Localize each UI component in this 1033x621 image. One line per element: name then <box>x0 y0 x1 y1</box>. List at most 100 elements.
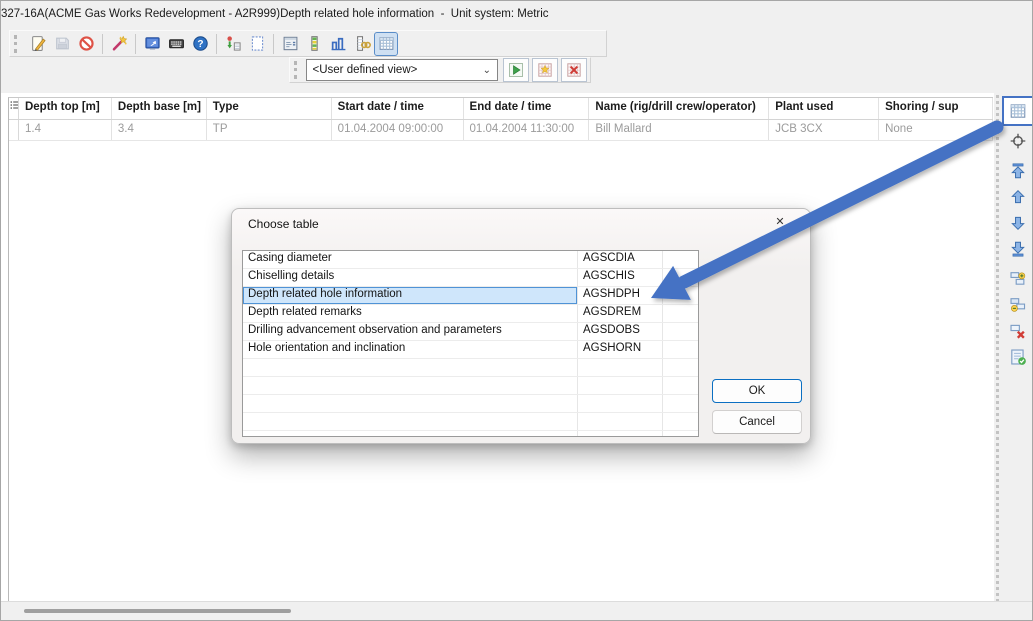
toolbar-grip[interactable] <box>14 35 22 53</box>
grid-cell[interactable]: 01.04.2004 11:30:00 <box>464 120 590 140</box>
table-list-empty-row <box>243 395 698 413</box>
column-header[interactable]: Name (rig/drill crew/operator) <box>589 98 769 119</box>
save-icon <box>51 33 73 55</box>
column-legend-icon[interactable] <box>303 33 325 55</box>
table-list-filler <box>663 305 698 322</box>
grid-cell[interactable]: TP <box>207 120 332 140</box>
table-name: Casing diameter <box>243 251 578 268</box>
toolbar-separator <box>102 34 103 54</box>
application-window: 327-16A (ACME Gas Works Redevelopment - … <box>0 0 1033 621</box>
column-header[interactable]: Shoring / sup <box>879 98 993 119</box>
table-list-filler <box>663 323 698 340</box>
table-name <box>243 395 578 412</box>
table-code: AGSHDPH <box>578 287 663 304</box>
help-icon[interactable]: ? <box>189 33 211 55</box>
title-bar: 327-16A (ACME Gas Works Redevelopment - … <box>1 1 1032 28</box>
table-list-filler <box>663 413 698 430</box>
project-title: (ACME Gas Works Redevelopment - A2R999) <box>44 8 280 20</box>
previous-row-icon[interactable] <box>1007 186 1029 208</box>
run-view-icon[interactable] <box>503 58 529 82</box>
table-list-filler <box>663 269 698 286</box>
import-data-icon[interactable] <box>222 33 244 55</box>
table-list-item[interactable]: Depth related remarksAGSDREM <box>243 305 698 323</box>
view-title: Depth related hole information - Unit sy… <box>280 8 548 20</box>
table-view-icon[interactable] <box>1002 96 1033 126</box>
display-settings-icon[interactable] <box>141 33 163 55</box>
grid-cell[interactable]: JCB 3CX <box>769 120 879 140</box>
column-header[interactable]: Depth base [m] <box>112 98 207 119</box>
goto-cell-icon[interactable] <box>1007 130 1029 152</box>
table-name: Chiselling details <box>243 269 578 286</box>
copy-rows-icon[interactable] <box>1007 268 1029 290</box>
table-name: Depth related remarks <box>243 305 578 322</box>
table-list-filler <box>663 377 698 394</box>
first-row-icon[interactable] <box>1007 160 1029 182</box>
ok-button[interactable]: OK <box>712 379 802 403</box>
hole-id: 327-16A <box>1 8 44 20</box>
delete-view-icon[interactable] <box>561 58 587 82</box>
column-header[interactable]: Depth top [m] <box>19 98 112 119</box>
view-selector-dropdown[interactable]: <User defined view> ⌄ <box>306 59 499 81</box>
table-list-filler <box>663 359 698 376</box>
wizard-icon[interactable] <box>108 33 130 55</box>
chevron-down-icon: ⌄ <box>483 65 491 76</box>
table-list-item[interactable]: Casing diameterAGSCDIA <box>243 251 698 269</box>
cancel-icon[interactable] <box>75 33 97 55</box>
find-column-icon[interactable] <box>351 33 373 55</box>
table-name: Hole orientation and inclination <box>243 341 578 358</box>
row-selector[interactable] <box>9 120 19 140</box>
grid-cell[interactable]: None <box>879 120 993 140</box>
table-code: AGSDOBS <box>578 323 663 340</box>
chart-view-icon[interactable] <box>327 33 349 55</box>
table-code: AGSHORN <box>578 341 663 358</box>
column-header[interactable]: Start date / time <box>332 98 464 119</box>
toolbar-separator <box>135 34 136 54</box>
grid-header-row: Depth top [m]Depth base [m]TypeStart dat… <box>9 98 993 120</box>
cancel-button[interactable]: Cancel <box>712 410 802 434</box>
table-list-filler <box>663 341 698 358</box>
form-view-icon[interactable] <box>279 33 301 55</box>
table-list-filler <box>663 431 698 437</box>
validate-form-icon[interactable] <box>1007 346 1029 368</box>
main-toolbar: ? <box>9 30 607 57</box>
column-header[interactable]: Type <box>207 98 332 119</box>
delete-rows-icon[interactable] <box>1007 320 1029 342</box>
last-row-icon[interactable] <box>1007 238 1029 260</box>
paste-rows-icon[interactable] <box>1007 294 1029 316</box>
table-name: Drilling advancement observation and par… <box>243 323 578 340</box>
toolbar-separator <box>273 34 274 54</box>
column-header[interactable]: End date / time <box>464 98 590 119</box>
table-list-item[interactable]: Drilling advancement observation and par… <box>243 323 698 341</box>
horizontal-scrollbar-thumb[interactable] <box>24 609 291 613</box>
table-list-item[interactable]: Depth related hole informationAGSHDPH <box>243 287 698 305</box>
view-selector-value: <User defined view> <box>313 64 418 76</box>
table-list-filler <box>663 251 698 268</box>
view-toolbar: <User defined view> ⌄ <box>289 57 591 83</box>
table-view-icon[interactable] <box>375 33 397 55</box>
table-list-empty-row <box>243 359 698 377</box>
table-list-item[interactable]: Chiselling detailsAGSCHIS <box>243 269 698 287</box>
grid-cell[interactable]: 3.4 <box>112 120 207 140</box>
table-list-filler <box>663 287 698 304</box>
edit-record-icon[interactable] <box>27 33 49 55</box>
close-icon[interactable]: ✕ <box>772 214 788 230</box>
horizontal-scrollbar[interactable] <box>1 601 1032 620</box>
column-header[interactable]: Plant used <box>769 98 879 119</box>
new-template-icon[interactable] <box>246 33 268 55</box>
dialog-title: Choose table <box>248 217 319 231</box>
table-list-item[interactable]: Hole orientation and inclinationAGSHORN <box>243 341 698 359</box>
table-list-empty-row <box>243 413 698 431</box>
choose-table-dialog: Choose table ✕ Casing diameterAGSCDIAChi… <box>231 208 811 444</box>
row-menu-icon[interactable] <box>9 98 19 119</box>
grid-cell[interactable]: 1.4 <box>19 120 112 140</box>
table-list-empty-row <box>243 431 698 437</box>
next-row-icon[interactable] <box>1007 212 1029 234</box>
sidebar-splitter[interactable] <box>996 95 999 602</box>
toolbar-grip[interactable] <box>294 61 302 79</box>
grid-cell[interactable]: Bill Mallard <box>589 120 769 140</box>
table-name <box>243 413 578 430</box>
new-view-icon[interactable] <box>532 58 558 82</box>
grid-cell[interactable]: 01.04.2004 09:00:00 <box>332 120 464 140</box>
table-list: Casing diameterAGSCDIAChiselling details… <box>242 250 699 437</box>
keyboard-icon[interactable] <box>165 33 187 55</box>
